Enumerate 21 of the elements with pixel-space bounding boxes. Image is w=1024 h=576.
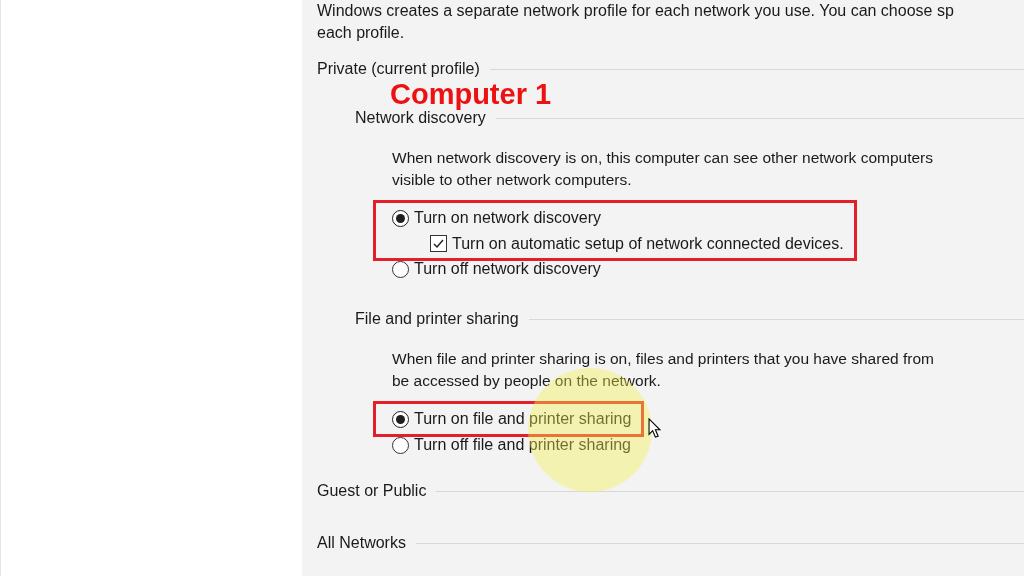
description-text: When network discovery is on, this computer can see other network computers (392, 148, 935, 168)
option-label: Turn off network discovery (414, 261, 601, 277)
section-heading: Guest or Public (317, 482, 427, 500)
radio-button[interactable] (392, 410, 409, 428)
description-text: be accessed by people on the network. (392, 371, 662, 391)
option-label: Turn off file and printer sharing (414, 437, 631, 453)
cursor-icon (648, 418, 661, 438)
description-text: visible to other network computers. (392, 170, 633, 190)
intro-text: each profile. (317, 23, 406, 43)
intro-text: Windows creates a separate network profile for each network you use. You can choose sp (317, 1, 955, 21)
section-heading: All Networks (317, 534, 406, 552)
option-label: Turn on file and printer sharing (414, 411, 632, 427)
description-text: When file and printer sharing is on, files and printers that you have shared from (392, 349, 935, 369)
section-heading: Network discovery (355, 109, 486, 127)
section-heading: Private (current profile) (317, 60, 480, 78)
checkmark-icon (432, 237, 445, 250)
radio-button[interactable] (392, 209, 409, 227)
option-label: Turn on network discovery (414, 210, 602, 226)
option-label: Turn on automatic setup of network connected devices. (452, 233, 844, 254)
checkbox[interactable] (430, 235, 447, 252)
section-heading: File and printer sharing (355, 310, 519, 328)
